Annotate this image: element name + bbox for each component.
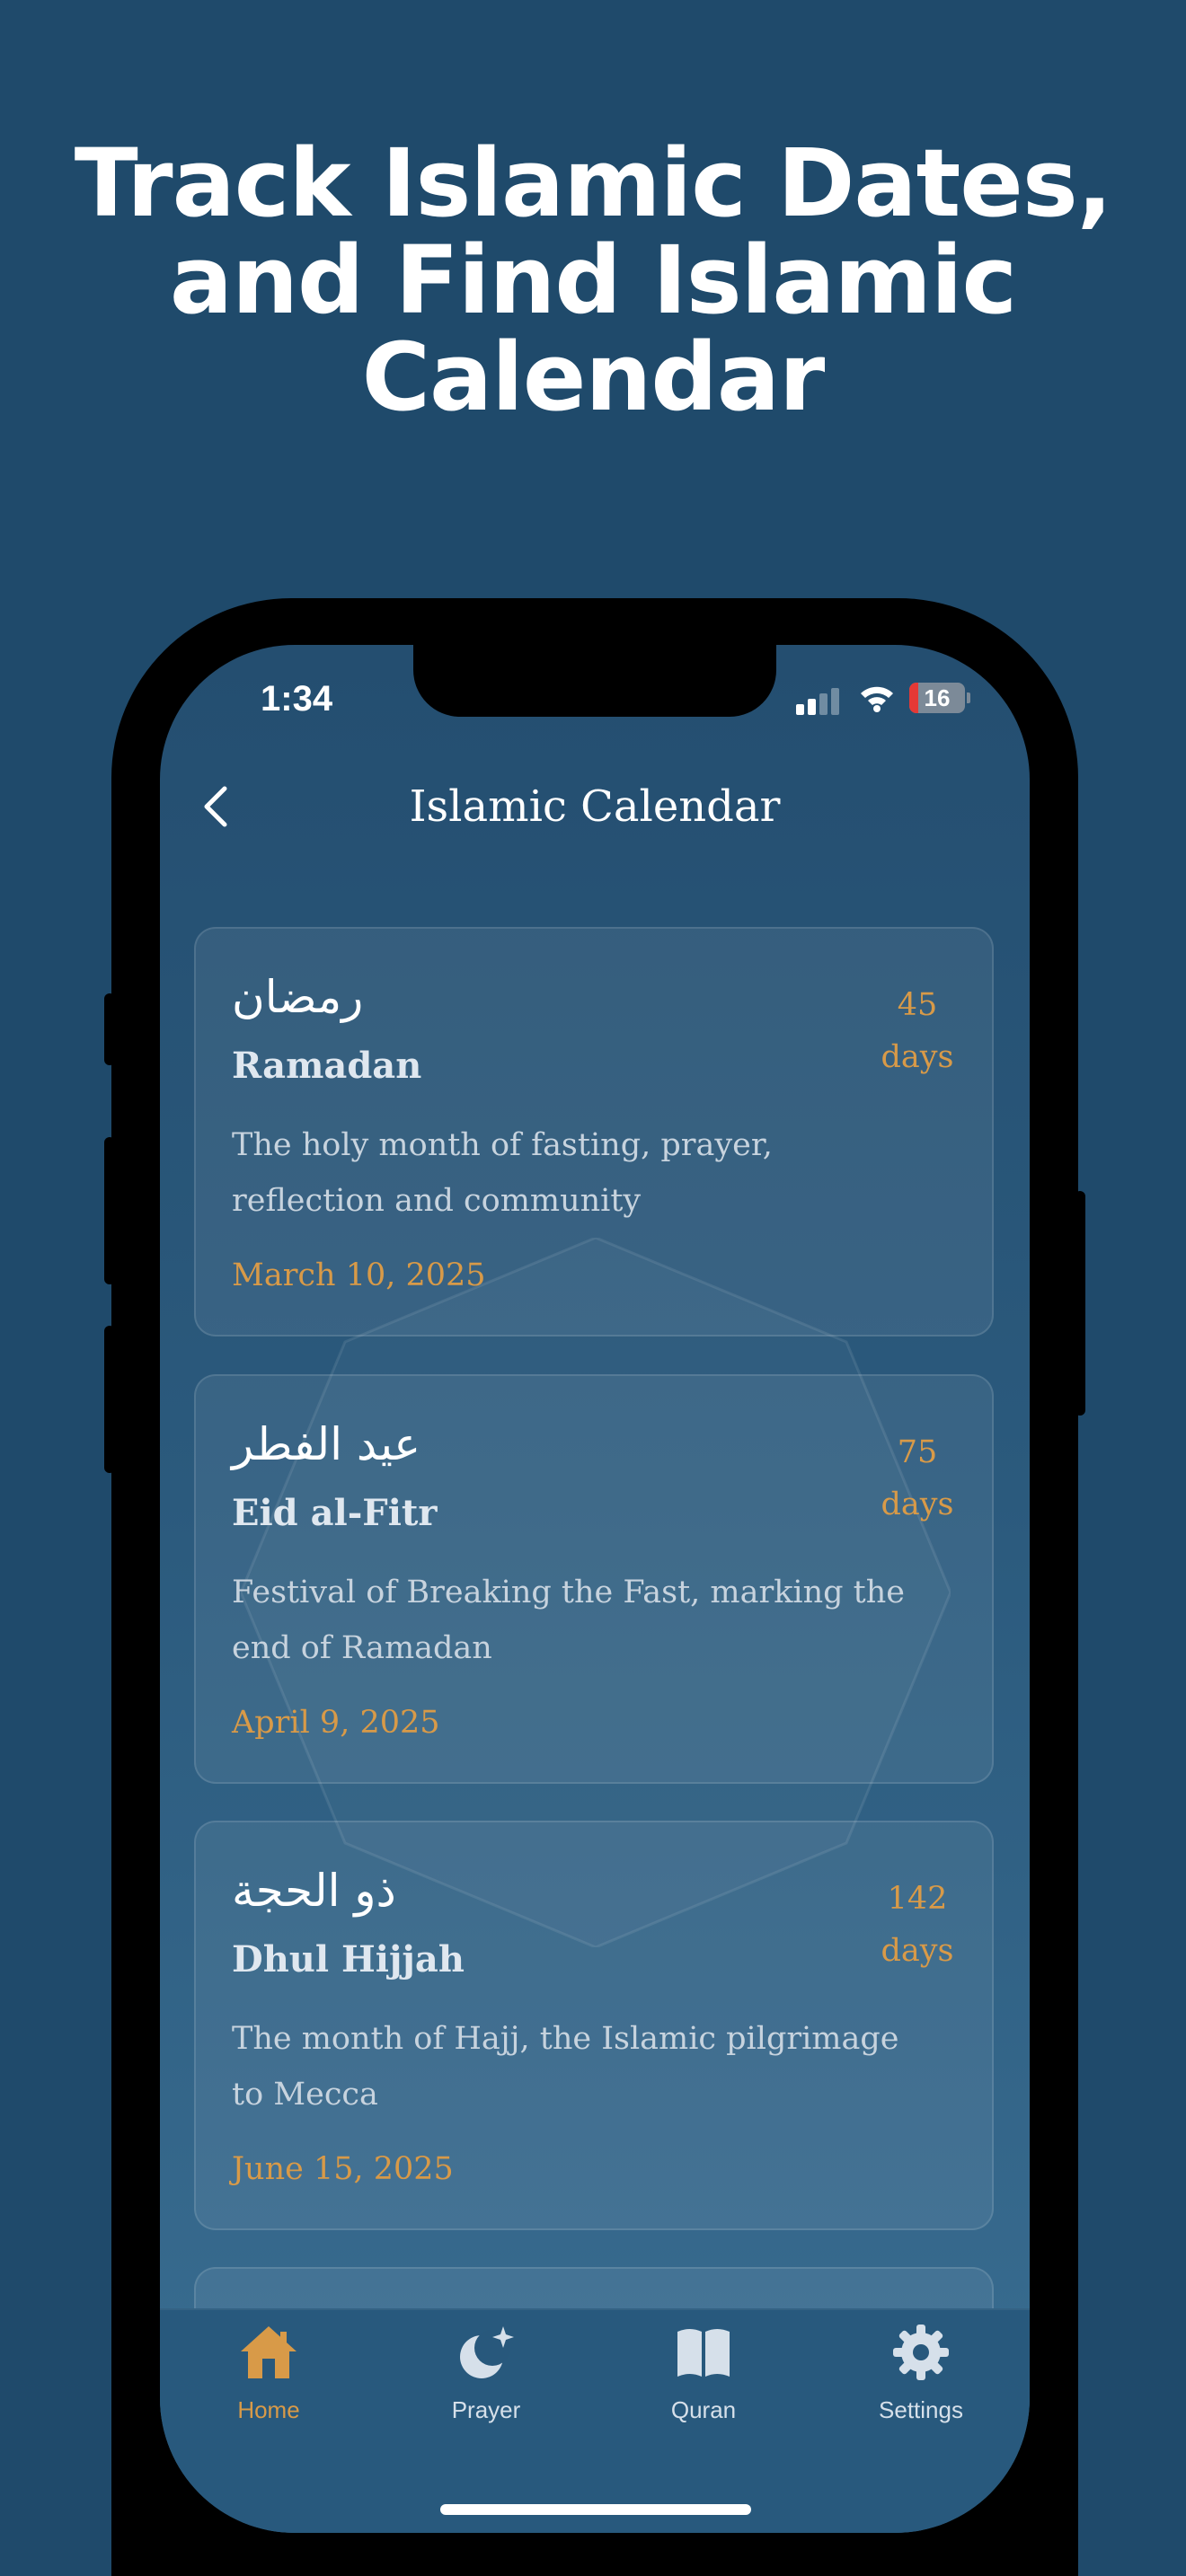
event-date: March 10, 2025 — [232, 1257, 486, 1293]
event-date: June 15, 2025 — [232, 2151, 454, 2187]
event-countdown: 45 days — [868, 979, 967, 1083]
event-description: The holy month of fasting, prayer, refle… — [232, 1127, 773, 1219]
tab-home[interactable]: Home — [160, 2310, 377, 2445]
event-name: Ramadan — [232, 1045, 422, 1087]
signal-bar — [819, 693, 828, 715]
status-time: 1:34 — [261, 679, 333, 719]
gear-icon — [893, 2325, 949, 2380]
notch — [413, 645, 776, 717]
countdown-unit: days — [881, 1039, 954, 1075]
tab-label: Quran — [670, 2396, 737, 2423]
home-indicator[interactable] — [440, 2504, 751, 2515]
signal-bar — [808, 699, 816, 715]
moon-star-icon — [460, 2326, 514, 2378]
tab-settings[interactable]: Settings — [812, 2310, 1030, 2445]
event-name: Dhul Hijjah — [232, 1938, 465, 1981]
headline-line-1: Track Islamic Dates, — [74, 128, 1112, 238]
event-card-eid-al-fitr[interactable]: عيد الفطر Eid al-Fitr Festival of Breaki… — [194, 1374, 994, 1784]
countdown-number: 75 — [897, 1434, 938, 1470]
tab-quran[interactable]: Quran — [595, 2310, 812, 2445]
signal-bar — [831, 688, 839, 715]
event-arabic-name: رمضان — [232, 971, 364, 1023]
battery-tip — [967, 693, 970, 703]
events-list[interactable]: رمضان Ramadan The holy month of fasting,… — [160, 645, 1030, 2308]
tab-bar: Home Prayer Quran Settings — [160, 2308, 1030, 2533]
countdown-unit: days — [881, 1486, 954, 1522]
event-date: April 9, 2025 — [232, 1705, 440, 1741]
countdown-number: 142 — [887, 1881, 948, 1917]
battery-icon: 16 — [909, 683, 965, 713]
event-card-partial[interactable] — [194, 2267, 994, 2308]
headline-line-2: and Find Islamic — [169, 225, 1017, 335]
tab-label: Prayer — [451, 2396, 521, 2423]
signal-bar — [796, 704, 804, 715]
countdown-number: 45 — [897, 987, 938, 1023]
page-title: Islamic Calendar — [409, 781, 781, 832]
tab-label: Home — [237, 2396, 300, 2423]
cellular-signal-icon — [796, 686, 843, 715]
event-card-ramadan[interactable]: رمضان Ramadan The holy month of fasting,… — [194, 927, 994, 1337]
event-description: Festival of Breaking the Fast, marking t… — [232, 1575, 905, 1666]
wifi-icon — [861, 686, 893, 712]
home-icon — [241, 2326, 296, 2378]
countdown-unit: days — [881, 1933, 954, 1969]
tab-label: Settings — [879, 2396, 963, 2423]
event-card-dhul-hijjah[interactable]: ذو الحجة Dhul Hijjah The month of Hajj, … — [194, 1821, 994, 2230]
marketing-headline: Track Islamic Dates, and Find Islamic Ca… — [0, 135, 1186, 426]
event-countdown: 142 days — [868, 1873, 967, 1977]
event-countdown: 75 days — [868, 1426, 967, 1531]
battery-level: 16 — [924, 684, 951, 711]
phone-screen: رمضان Ramadan The holy month of fasting,… — [160, 645, 1030, 2533]
event-name: Eid al-Fitr — [232, 1492, 438, 1534]
book-icon — [677, 2329, 730, 2377]
event-arabic-name: عيد الفطر — [232, 1418, 421, 1470]
tab-prayer[interactable]: Prayer — [377, 2310, 595, 2445]
event-description: The month of Hajj, the Islamic pilgrimag… — [232, 2021, 899, 2113]
headline-line-3: Calendar — [361, 322, 826, 432]
event-arabic-name: ذو الحجة — [232, 1865, 396, 1917]
